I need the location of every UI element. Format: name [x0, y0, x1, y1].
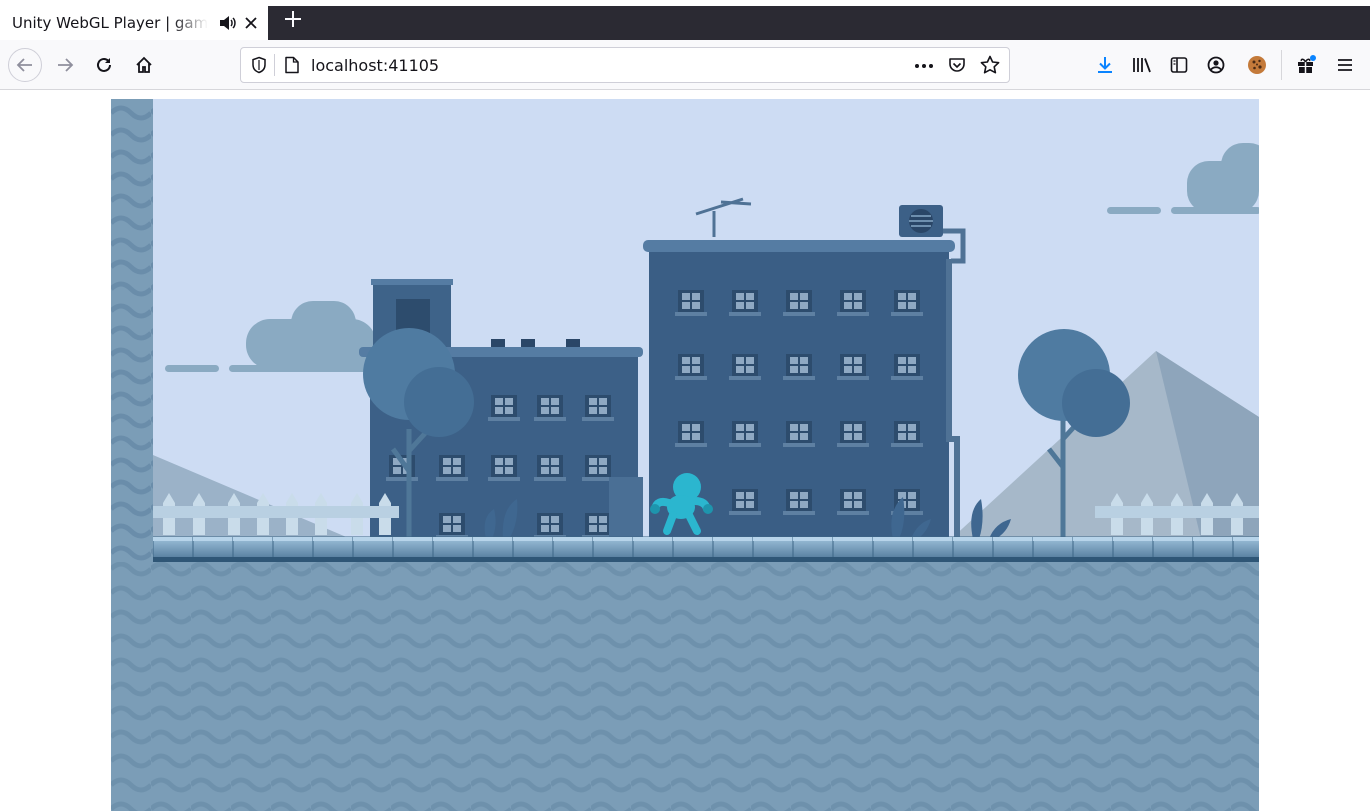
close-icon[interactable] [242, 14, 260, 32]
app-menu-button[interactable] [1329, 49, 1361, 81]
shield-icon[interactable] [250, 56, 268, 74]
sidebar-button[interactable] [1163, 49, 1195, 81]
library-icon [1133, 58, 1151, 73]
ground-tiles [152, 536, 1259, 562]
game-scene [111, 99, 1259, 811]
navigation-toolbar: localhost:41105 [0, 40, 1370, 90]
arrow-right-icon [58, 58, 74, 72]
reload-icon [97, 57, 111, 72]
home-icon [136, 56, 152, 73]
whats-new-button[interactable] [1290, 49, 1322, 81]
download-icon [1098, 57, 1112, 73]
sidebar-icon [1170, 57, 1188, 73]
left-wall [111, 99, 153, 562]
url-separator [274, 54, 275, 76]
plus-icon[interactable] [282, 8, 304, 30]
menu-icon [1338, 59, 1352, 71]
browser-tab[interactable]: Unity WebGL Player | game [0, 6, 268, 40]
unity-webgl-canvas[interactable] [111, 99, 1259, 811]
pocket-icon[interactable] [947, 55, 967, 75]
cookie-extension-button[interactable] [1241, 49, 1273, 81]
url-text[interactable]: localhost:41105 [311, 56, 439, 75]
star-icon[interactable] [979, 54, 1001, 76]
tab-title: Unity WebGL Player | game [12, 14, 208, 32]
ellipsis-icon[interactable] [913, 57, 935, 75]
ground-fill [111, 562, 1259, 811]
back-button[interactable] [8, 48, 42, 82]
account-button[interactable] [1200, 49, 1232, 81]
reload-button[interactable] [88, 49, 120, 81]
fence-right [1095, 493, 1259, 535]
forward-button[interactable] [49, 49, 81, 81]
arrow-left-icon [16, 58, 32, 72]
speaker-icon[interactable] [218, 14, 238, 32]
cookie-icon [1248, 56, 1266, 74]
home-button[interactable] [128, 49, 160, 81]
gift-icon [1298, 55, 1316, 73]
toolbar-separator [1281, 50, 1282, 80]
tab-strip: Unity WebGL Player | game [0, 0, 1370, 40]
downloads-button[interactable] [1089, 49, 1121, 81]
account-icon [1207, 56, 1225, 74]
page-icon[interactable] [284, 56, 300, 74]
url-bar[interactable]: localhost:41105 [240, 47, 1010, 83]
library-button[interactable] [1126, 49, 1158, 81]
